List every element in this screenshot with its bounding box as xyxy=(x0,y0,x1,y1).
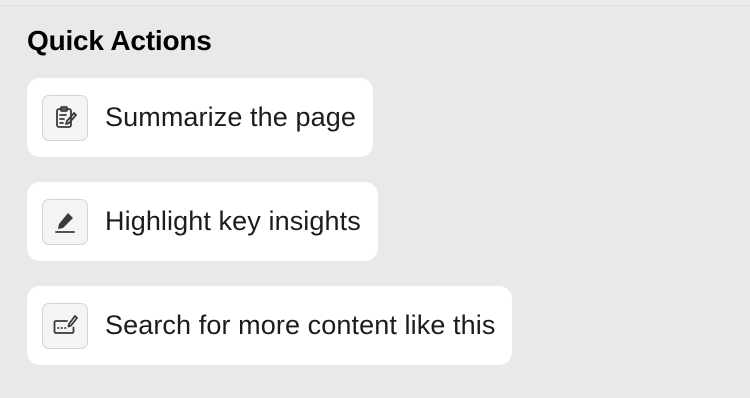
section-title: Quick Actions xyxy=(27,25,212,56)
quick-actions-list: Summarize the page Highlight key insight… xyxy=(27,78,513,365)
highlighter-pen-icon xyxy=(42,198,88,245)
quick-actions-panel: Quick Actions Summarize the page Highlig… xyxy=(0,6,750,398)
highlight-insights-label: Highlight key insights xyxy=(105,206,361,236)
summarize-page-label: Summarize the page xyxy=(105,102,356,132)
input-edit-icon xyxy=(42,302,88,349)
highlight-insights-button[interactable]: Highlight key insights xyxy=(27,182,378,261)
search-similar-content-label: Search for more content like this xyxy=(105,310,496,340)
search-similar-content-button[interactable]: Search for more content like this xyxy=(27,286,513,365)
clipboard-edit-icon xyxy=(42,94,88,141)
summarize-page-button[interactable]: Summarize the page xyxy=(27,78,373,157)
